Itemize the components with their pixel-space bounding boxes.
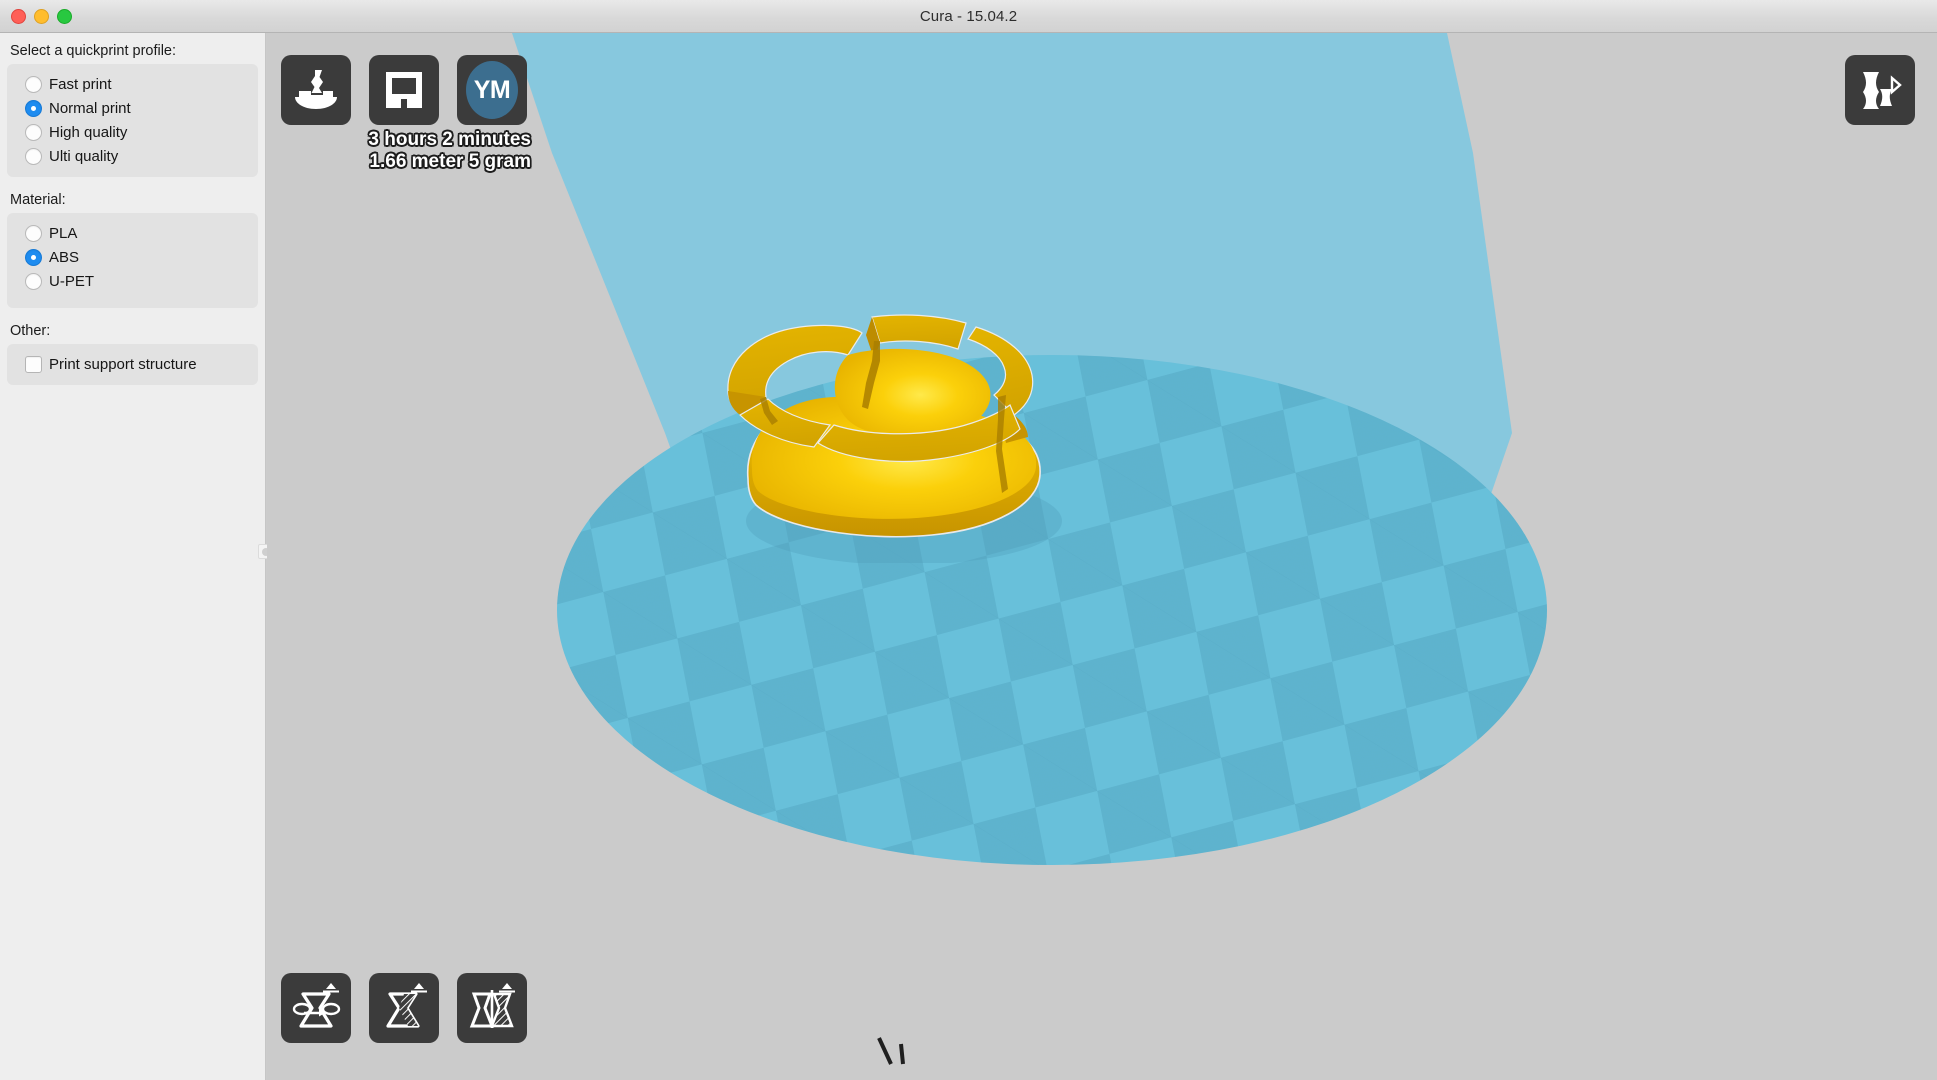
option-label: PLA: [49, 225, 77, 242]
radio-option-high-quality[interactable]: High quality: [7, 120, 258, 144]
radio-icon-selected[interactable]: [25, 249, 42, 266]
option-label: Normal print: [49, 100, 131, 117]
option-label: Print support structure: [49, 356, 197, 373]
radio-icon[interactable]: [25, 124, 42, 141]
checkbox-icon[interactable]: [25, 356, 42, 373]
rotate-icon: [290, 982, 342, 1034]
radio-option-ulti-quality[interactable]: Ulti quality: [7, 144, 258, 168]
radio-option-normal-print[interactable]: Normal print: [7, 96, 258, 120]
share-youmagine-button[interactable]: YM: [457, 55, 527, 125]
radio-icon[interactable]: [25, 76, 42, 93]
print-material: 1.66 meter 5 gram: [281, 151, 531, 173]
quickprint-profile-group: Fast print Normal print High quality Ult…: [7, 64, 258, 177]
radio-option-u-pet[interactable]: U-PET: [7, 269, 258, 293]
load-model-icon: [293, 69, 339, 111]
radio-option-fast-print[interactable]: Fast print: [7, 72, 258, 96]
radio-icon[interactable]: [25, 273, 42, 290]
settings-sidebar: Select a quickprint profile: Fast print …: [0, 33, 266, 1080]
other-label: Other:: [0, 319, 265, 344]
radio-option-abs[interactable]: ABS: [7, 245, 258, 269]
view-mode-icon: [1856, 66, 1904, 114]
print-time: 3 hours 2 minutes: [281, 129, 531, 151]
option-label: ABS: [49, 249, 79, 266]
material-label: Material:: [0, 188, 265, 213]
scale-tool-button[interactable]: [369, 973, 439, 1043]
youmagine-label: YM: [474, 78, 511, 103]
window-title: Cura - 15.04.2: [0, 0, 1937, 33]
3d-viewport[interactable]: YM 3 hours 2 minutes 1.66 meter 5 gram: [267, 33, 1937, 1080]
radio-option-pla[interactable]: PLA: [7, 221, 258, 245]
radio-icon[interactable]: [25, 148, 42, 165]
checkbox-option-print-support-structure[interactable]: Print support structure: [7, 352, 258, 376]
option-label: U-PET: [49, 273, 94, 290]
window-titlebar: Cura - 15.04.2: [0, 0, 1937, 33]
mirror-icon: [466, 982, 518, 1034]
cura-window: Cura - 15.04.2 Select a quickprint profi…: [0, 0, 1937, 1080]
print-status: 3 hours 2 minutes 1.66 meter 5 gram: [281, 129, 531, 173]
scale-icon: [378, 982, 430, 1034]
view-mode-button[interactable]: [1845, 55, 1915, 125]
quickprint-profile-label: Select a quickprint profile:: [0, 39, 265, 64]
option-label: Fast print: [49, 76, 112, 93]
viewport-artifact: [877, 1034, 917, 1068]
save-toolpath-button[interactable]: [369, 55, 439, 125]
option-label: High quality: [49, 124, 127, 141]
option-label: Ulti quality: [49, 148, 118, 165]
floppy-disk-icon: [383, 69, 425, 111]
radio-icon-selected[interactable]: [25, 100, 42, 117]
radio-icon[interactable]: [25, 225, 42, 242]
material-group: PLA ABS U-PET: [7, 213, 258, 308]
mirror-tool-button[interactable]: [457, 973, 527, 1043]
model-tools-toolbar: [281, 973, 527, 1043]
load-model-button[interactable]: [281, 55, 351, 125]
youmagine-logo-icon: YM: [466, 61, 518, 119]
3d-model[interactable]: [722, 283, 1082, 563]
other-group: Print support structure: [7, 344, 258, 385]
rotate-tool-button[interactable]: [281, 973, 351, 1043]
